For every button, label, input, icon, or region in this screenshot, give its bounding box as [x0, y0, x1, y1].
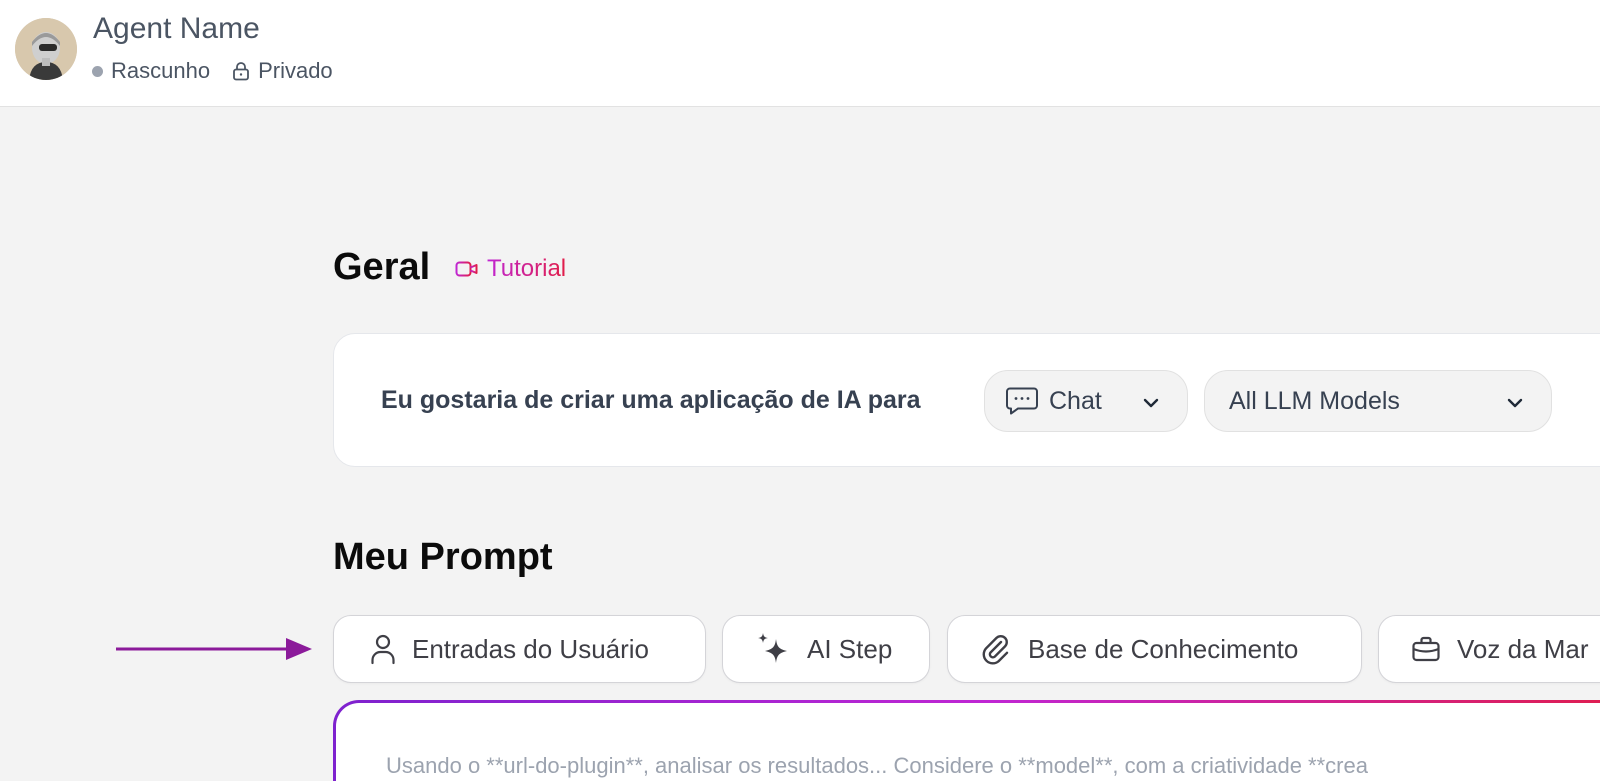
tutorial-label: Tutorial [487, 255, 567, 282]
prompt-placeholder[interactable]: Usando o **url-do-plugin**, analisar os … [336, 703, 1600, 781]
sparkles-icon [755, 631, 791, 667]
lock-icon [232, 61, 250, 81]
chip-label: AI Step [807, 633, 893, 664]
agent-name[interactable]: Agent Name [93, 12, 260, 46]
chip-knowledge-base[interactable]: Base de Conhecimento [947, 615, 1362, 683]
chevron-down-icon [1505, 391, 1525, 420]
briefcase-icon [1411, 635, 1441, 663]
video-icon [455, 260, 487, 278]
chip-ai-step[interactable]: AI Step [722, 615, 930, 683]
paperclip-icon [980, 633, 1012, 665]
agent-avatar[interactable] [15, 18, 77, 80]
chip-brand-voice[interactable]: Voz da Mar [1378, 615, 1600, 683]
user-icon [370, 633, 396, 665]
chevron-down-icon [1141, 391, 1161, 420]
app-type-label: Eu gostaria de criar uma aplicação de IA… [381, 386, 921, 414]
chip-label: Voz da Mar [1457, 633, 1589, 664]
visibility-label: Privado [258, 58, 333, 83]
prompt-title: Meu Prompt [333, 536, 553, 578]
top-bar: Agent Name Rascunho Privado [0, 0, 1600, 107]
model-value: All LLM Models [1229, 386, 1400, 415]
app-type-value: Chat [1049, 386, 1102, 415]
agent-meta: Rascunho Privado [92, 58, 333, 84]
pointer-arrow-icon [116, 638, 312, 660]
prompt-editor[interactable]: Usando o **url-do-plugin**, analisar os … [333, 700, 1600, 781]
chip-label: Entradas do Usuário [412, 633, 650, 664]
app-type-card: Eu gostaria de criar uma aplicação de IA… [333, 333, 1600, 467]
chip-label: Base de Conhecimento [1028, 633, 1299, 664]
status-dot-icon [92, 65, 103, 77]
general-title: Geral [333, 246, 431, 288]
model-select[interactable]: All LLM Models [1204, 370, 1552, 432]
tutorial-link[interactable]: Tutorial [455, 255, 566, 283]
chat-bubble-icon [1005, 386, 1039, 416]
status-label: Rascunho [111, 58, 211, 83]
chip-user-inputs[interactable]: Entradas do Usuário [333, 615, 706, 683]
app-type-select[interactable]: Chat [984, 370, 1188, 432]
